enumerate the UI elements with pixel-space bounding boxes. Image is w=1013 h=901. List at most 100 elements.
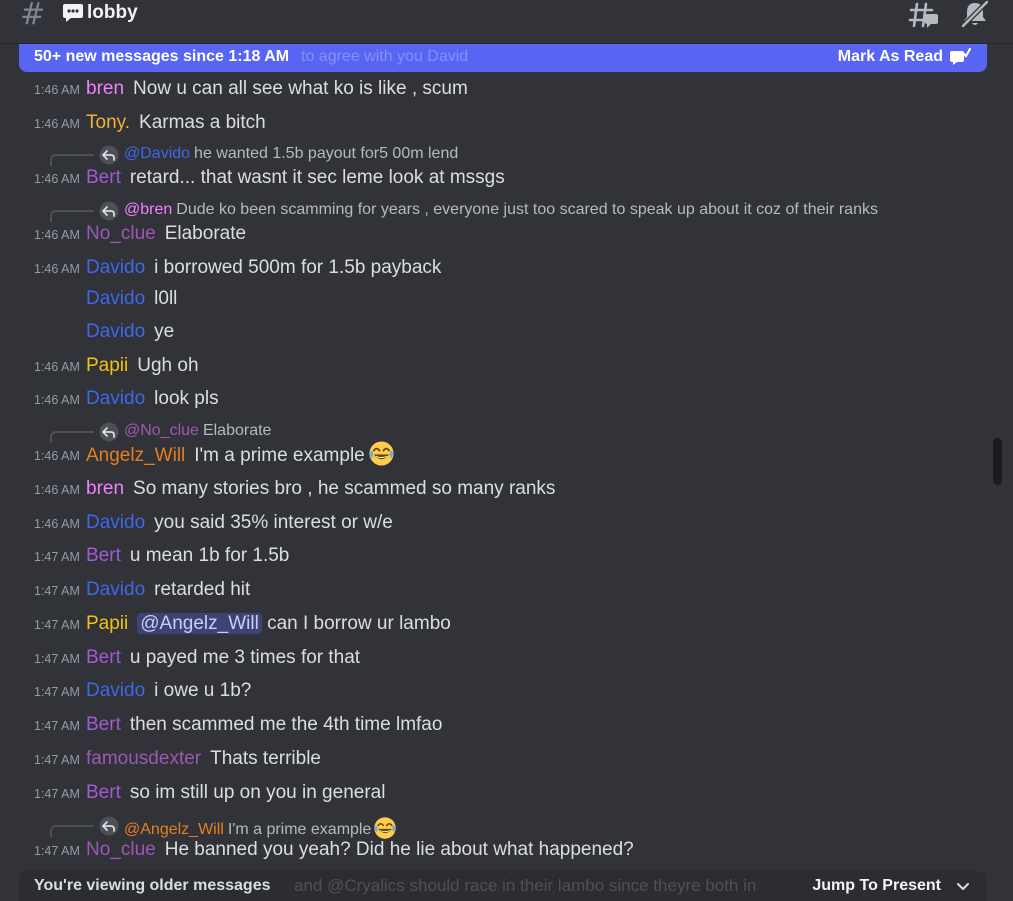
message-line: famousdexter Thats terrible xyxy=(86,744,321,774)
message-author[interactable]: famousdexter xyxy=(86,748,201,769)
message-row[interactable]: 1:46 AM Papii Ugh oh xyxy=(0,351,990,381)
reply-content: he wanted 1.5b payout for5 00m lend xyxy=(194,145,459,162)
message-row[interactable]: 1:46 AM No_clue Elaborate xyxy=(0,219,990,249)
message-content: retard... that wasnt it sec leme look at… xyxy=(129,167,505,188)
message-row[interactable]: 1:47 AM Bert so im still up on you in gene… xyxy=(0,778,990,808)
message-line: Davido ye xyxy=(86,317,174,347)
message-timestamp: 1:46 AM xyxy=(34,449,80,463)
message-author[interactable]: Davido xyxy=(86,257,145,278)
message-author[interactable]: bren xyxy=(86,478,124,499)
message-row[interactable]: 1:47 AM Bert then scammed me the 4th time … xyxy=(0,710,990,740)
message-author[interactable]: Angelz_Will xyxy=(86,445,185,466)
message-line: bren Now u can all see what ko is like , … xyxy=(86,74,468,104)
message-row[interactable]: 1:47 AM No_clue He banned you yeah? Did he… xyxy=(0,835,990,865)
message-row[interactable]: 1:46 AM Davido i borrowed 500m for 1.5b pa… xyxy=(0,253,990,283)
message-list: 1:46 AM bren Now u can all see what ko is … xyxy=(0,0,990,901)
scrollbar-thumb[interactable] xyxy=(993,438,1002,485)
message-line: Angelz_Will I'm a prime example xyxy=(86,440,395,470)
jump-to-present-button[interactable]: Jump To Present xyxy=(806,874,971,898)
message-content: ye xyxy=(154,321,175,342)
message-author[interactable]: Davido xyxy=(86,288,145,309)
message-content: retarded hit xyxy=(154,579,251,600)
message-author[interactable]: Davido xyxy=(86,388,145,409)
message-content: He banned you yeah? Did he lie about wha… xyxy=(164,839,634,860)
message-line: Davido i borrowed 500m for 1.5b payback xyxy=(86,253,441,283)
mark-read-icon[interactable] xyxy=(949,47,971,67)
message-timestamp: 1:47 AM xyxy=(34,618,80,632)
message-author[interactable]: Davido xyxy=(86,579,145,600)
reply-author[interactable]: @Davido xyxy=(124,145,190,162)
message-line: Davido look pls xyxy=(86,384,219,414)
message-line: No_clue He banned you yeah? Did he lie ab… xyxy=(86,835,634,865)
chat-app: # lobby to agree with you David 50+ new … xyxy=(0,0,1013,901)
message-author[interactable]: Papii xyxy=(86,355,128,376)
reply-reference[interactable]: @Davido he wanted 1.5b payout for5 00m le… xyxy=(0,143,990,166)
message-row[interactable]: 1:46 AM bren Now u can all see what ko is … xyxy=(0,74,990,104)
reply-preview: @Davido he wanted 1.5b payout for5 00m le… xyxy=(124,145,458,163)
message-content: Ugh oh xyxy=(137,355,199,376)
message-timestamp: 1:46 AM xyxy=(34,117,80,131)
chevron-down-icon xyxy=(957,883,969,890)
message-author[interactable]: No_clue xyxy=(86,223,156,244)
message-row[interactable]: 1:46 AM Angelz_Will I'm a prime example xyxy=(0,440,990,470)
reply-preview: @bren Dude ko been scamming for years , e… xyxy=(124,201,878,219)
message-timestamp: 1:46 AM xyxy=(34,393,80,407)
reply-reference[interactable]: @bren Dude ko been scamming for years , e… xyxy=(0,199,990,222)
message-row[interactable]: 1:46 AM Bert retard... that wasnt it sec l… xyxy=(0,163,990,193)
message-content: u payed me 3 times for that xyxy=(129,647,361,668)
user-mention[interactable]: @Angelz_Will xyxy=(137,613,262,634)
message-row[interactable]: 1:46 AM Davido look pls xyxy=(0,384,990,414)
message-author[interactable]: Papii xyxy=(86,613,128,634)
message-line: Davido l0ll xyxy=(86,284,177,314)
message-row[interactable]: 1:47 AM Davido retarded hit xyxy=(0,575,990,605)
message-content: Now u can all see what ko is like , scum xyxy=(133,78,468,99)
message-author[interactable]: Bert xyxy=(86,782,121,803)
message-row[interactable]: 1:47 AM Bert u mean 1b for 1.5b xyxy=(0,541,990,571)
reply-author[interactable]: @bren xyxy=(124,201,172,218)
reply-icon xyxy=(99,422,119,442)
message-row[interactable]: Davido l0ll xyxy=(0,284,990,314)
message-content: i owe u 1b? xyxy=(154,680,252,701)
message-author[interactable]: Bert xyxy=(86,714,121,735)
older-messages-label: You're viewing older messages xyxy=(34,877,271,894)
message-row[interactable]: 1:46 AM Tony. Karmas a bitch xyxy=(0,108,990,138)
new-messages-bar[interactable]: to agree with you David 50+ new messages… xyxy=(19,44,987,72)
reply-author[interactable]: @No_clue xyxy=(124,422,199,439)
message-row[interactable]: 1:47 AM Davido i owe u 1b? xyxy=(0,676,990,706)
message-timestamp: 1:47 AM xyxy=(34,719,80,733)
message-row[interactable]: 1:46 AM Davido you said 35% interest or w/… xyxy=(0,508,990,538)
message-author[interactable]: Bert xyxy=(86,167,121,188)
message-author[interactable]: No_clue xyxy=(86,839,156,860)
message-line: Tony. Karmas a bitch xyxy=(86,108,266,138)
message-author[interactable]: Davido xyxy=(86,321,145,342)
message-author[interactable]: Davido xyxy=(86,680,145,701)
message-timestamp: 1:47 AM xyxy=(34,584,80,598)
message-timestamp: 1:46 AM xyxy=(34,360,80,374)
message-row[interactable]: 1:47 AM Papii @Angelz_Will can I borrow ur… xyxy=(0,609,990,639)
message-author[interactable]: Davido xyxy=(86,512,145,533)
message-row[interactable]: 1:47 AM Bert u payed me 3 times for that xyxy=(0,643,990,673)
message-timestamp: 1:47 AM xyxy=(34,652,80,666)
message-timestamp: 1:46 AM xyxy=(34,262,80,276)
mark-as-read-button[interactable]: Mark As Read xyxy=(838,48,943,66)
message-timestamp: 1:46 AM xyxy=(34,172,80,186)
message-line: Davido retarded hit xyxy=(86,575,250,605)
new-messages-label: 50+ new messages since 1:18 AM xyxy=(34,48,290,65)
message-author[interactable]: Bert xyxy=(86,647,121,668)
scrolled-message-ghost: to agree with you David xyxy=(301,48,469,65)
message-content: I'm a prime example xyxy=(194,445,365,466)
reply-icon xyxy=(99,201,119,221)
message-row[interactable]: 1:46 AM bren So many stories bro , he scam… xyxy=(0,474,990,504)
message-author[interactable]: Tony. xyxy=(86,112,130,133)
message-row[interactable]: 1:47 AM famousdexter Thats terrible xyxy=(0,744,990,774)
message-row[interactable]: Davido ye xyxy=(0,317,990,347)
reply-preview: @No_clue Elaborate xyxy=(124,422,271,440)
message-author[interactable]: Bert xyxy=(86,545,121,566)
message-timestamp: 1:46 AM xyxy=(34,517,80,531)
reply-reference[interactable]: @No_clue Elaborate xyxy=(0,420,990,443)
jump-to-present-label: Jump To Present xyxy=(812,877,941,894)
reply-reference[interactable]: @Angelz_Will I'm a prime example xyxy=(0,814,990,839)
message-author[interactable]: bren xyxy=(86,78,124,99)
message-timestamp: 1:47 AM xyxy=(34,787,80,801)
message-timestamp: 1:47 AM xyxy=(34,550,80,564)
